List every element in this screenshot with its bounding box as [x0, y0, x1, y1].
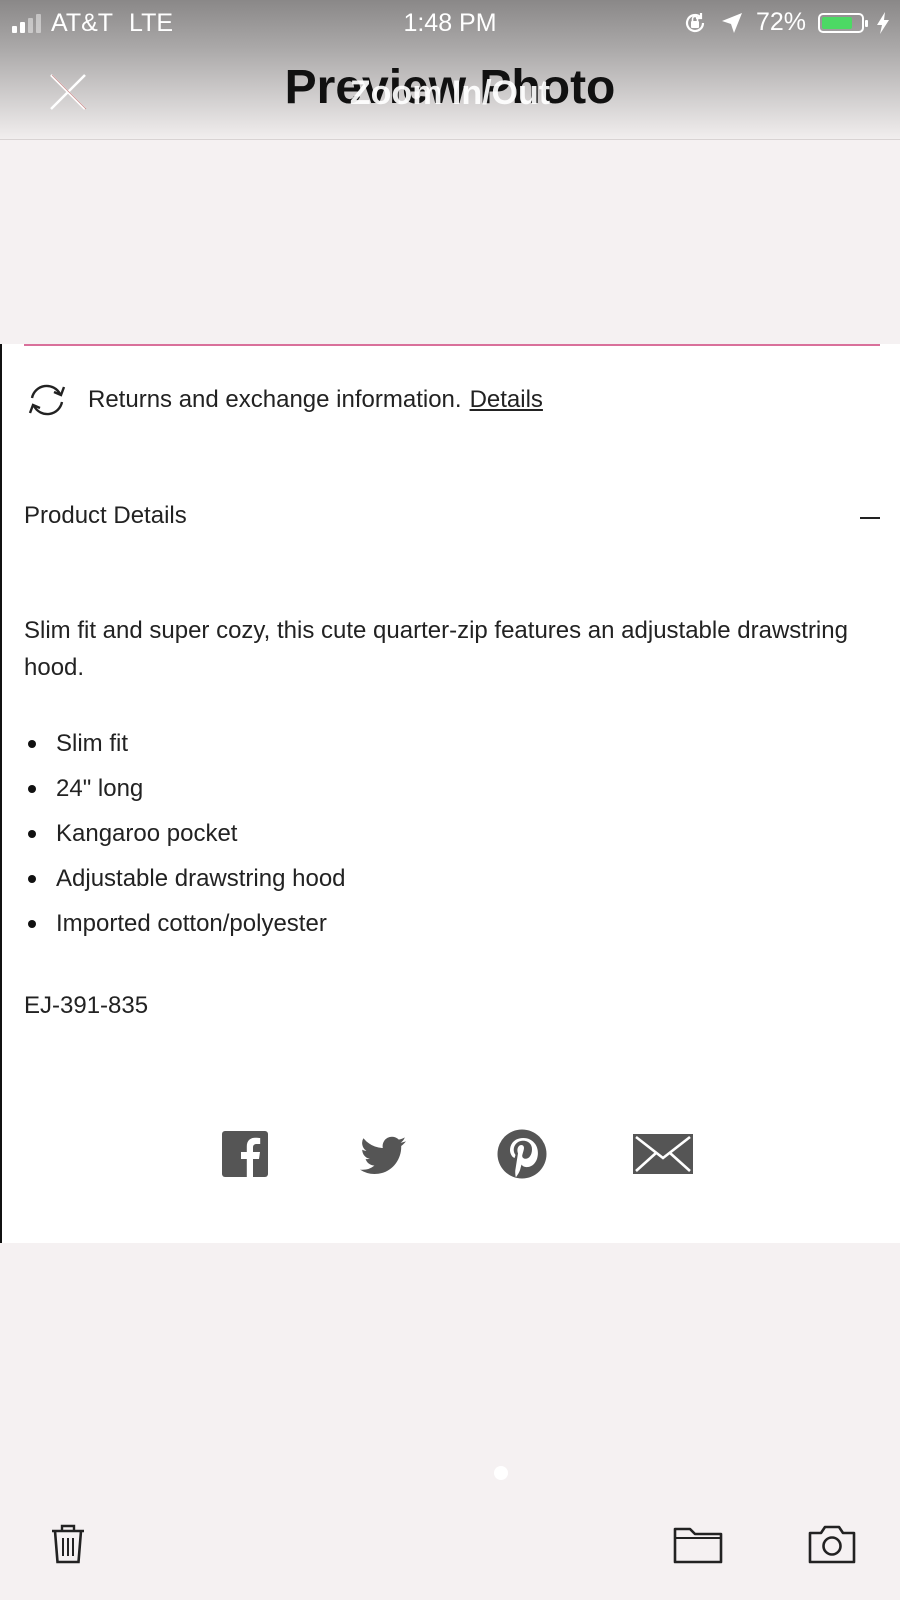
twitter-icon[interactable]	[359, 1126, 407, 1182]
product-description: Slim fit and super cozy, this cute quart…	[24, 617, 848, 681]
facebook-icon[interactable]	[222, 1126, 268, 1182]
product-details-title[interactable]: Product Details	[24, 502, 187, 530]
list-item: Kangaroo pocket	[24, 819, 346, 864]
battery-percent: 72%	[755, 8, 806, 36]
page-indicator-dot	[494, 1466, 508, 1480]
returns-row: Returns and exchange information. Detail…	[24, 382, 543, 418]
zoom-hint: Zoom In/Out	[349, 74, 551, 112]
list-item: Imported cotton/polyester	[24, 909, 346, 954]
status-right: 72%	[682, 8, 890, 37]
list-item: Adjustable drawstring hood	[24, 864, 346, 909]
returns-details-link[interactable]: Details	[470, 386, 543, 414]
exchange-arrows-icon	[28, 384, 66, 416]
battery-icon	[818, 12, 868, 33]
pinterest-icon[interactable]	[497, 1126, 547, 1182]
product-sku: EJ-391-835	[24, 992, 149, 1019]
product-panel: Returns and exchange information. Detail…	[0, 344, 900, 1243]
list-item: 24" long	[24, 774, 346, 819]
camera-icon[interactable]	[807, 1522, 857, 1566]
collapse-minus-icon[interactable]	[860, 517, 880, 519]
list-item: Slim fit	[24, 729, 346, 774]
status-bar: AT&T LTE 1:48 PM 72%	[0, 0, 900, 46]
orientation-lock-icon	[685, 12, 705, 32]
preview-header: Preview Photo Zoom In/Out	[0, 46, 900, 140]
returns-text: Returns and exchange information.	[88, 386, 462, 413]
mail-icon[interactable]	[633, 1126, 693, 1182]
folder-icon[interactable]	[672, 1522, 724, 1566]
feature-list: Slim fit 24" long Kangaroo pocket Adjust…	[24, 729, 346, 954]
charging-bolt-icon	[877, 11, 889, 34]
image-top-margin	[0, 140, 900, 344]
trash-icon[interactable]	[48, 1522, 88, 1566]
location-arrow-icon	[721, 12, 742, 33]
accent-divider	[24, 344, 880, 346]
